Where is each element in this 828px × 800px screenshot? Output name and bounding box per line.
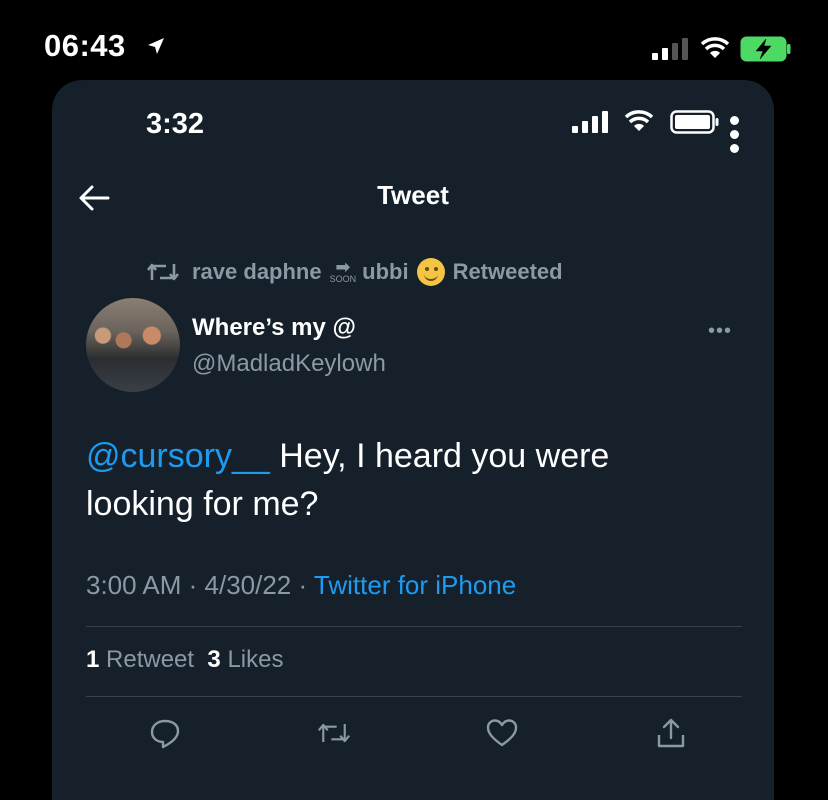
like-icon[interactable] (485, 716, 519, 750)
share-icon[interactable] (654, 716, 688, 750)
retweeter-name-part2: ubbi (362, 259, 409, 284)
more-horizontal-icon[interactable]: ••• (708, 320, 732, 343)
signal-icon (652, 38, 690, 65)
retweets-stat[interactable]: 1 Retweet (86, 646, 194, 673)
location-arrow-icon (146, 36, 166, 61)
tweet-time: 3:00 AM (86, 570, 182, 600)
author-handle[interactable]: @MadladKeylowh (192, 350, 386, 378)
divider (86, 696, 742, 697)
tweet-stats: 1 Retweet 3 Likes (86, 646, 283, 674)
likes-stat[interactable]: 3 Likes (207, 646, 283, 673)
retweeted-label: Retweeted (452, 259, 563, 284)
signal-icon (572, 111, 610, 138)
battery-charging-icon (740, 36, 792, 67)
soon-arrow-emoji: ➡ SOON (329, 257, 357, 284)
divider (86, 626, 742, 627)
phone-clock: 06:43 (44, 28, 126, 63)
tweet-source-link[interactable]: Twitter for iPhone (314, 570, 516, 600)
tweet-meta: 3:00 AM · 4/30/22 · Twitter for iPhone (86, 570, 517, 600)
avatar[interactable] (86, 298, 180, 392)
retweet-banner[interactable]: rave daphne ➡ SOON ubbi Retweeted (146, 256, 563, 288)
page-title: Tweet (377, 180, 449, 210)
tweet-date: 4/30/22 (204, 570, 292, 600)
tweet-action-bar (148, 716, 688, 750)
tweet-screenshot-card: 3:32 Tweet rave daphne ➡ SOON ubbi Retwe… (52, 80, 774, 800)
retweeter-name: rave daphne (192, 259, 322, 284)
wifi-icon (700, 36, 730, 65)
phone-status-bar: 06:43 (0, 0, 828, 80)
more-vertical-icon[interactable] (730, 116, 740, 158)
wifi-icon (624, 109, 654, 138)
reply-icon[interactable] (148, 716, 182, 750)
author-display-name[interactable]: Where’s my @ (192, 314, 356, 342)
inner-clock: 3:32 (146, 108, 205, 140)
battery-icon (670, 110, 720, 139)
retweet-icon[interactable] (317, 716, 351, 750)
retweet-icon (146, 260, 180, 284)
tweet-text: @cursory__ Hey, I heard you were looking… (86, 432, 726, 528)
mention-link[interactable]: @cursory__ (86, 437, 270, 475)
melting-face-emoji (416, 258, 445, 286)
